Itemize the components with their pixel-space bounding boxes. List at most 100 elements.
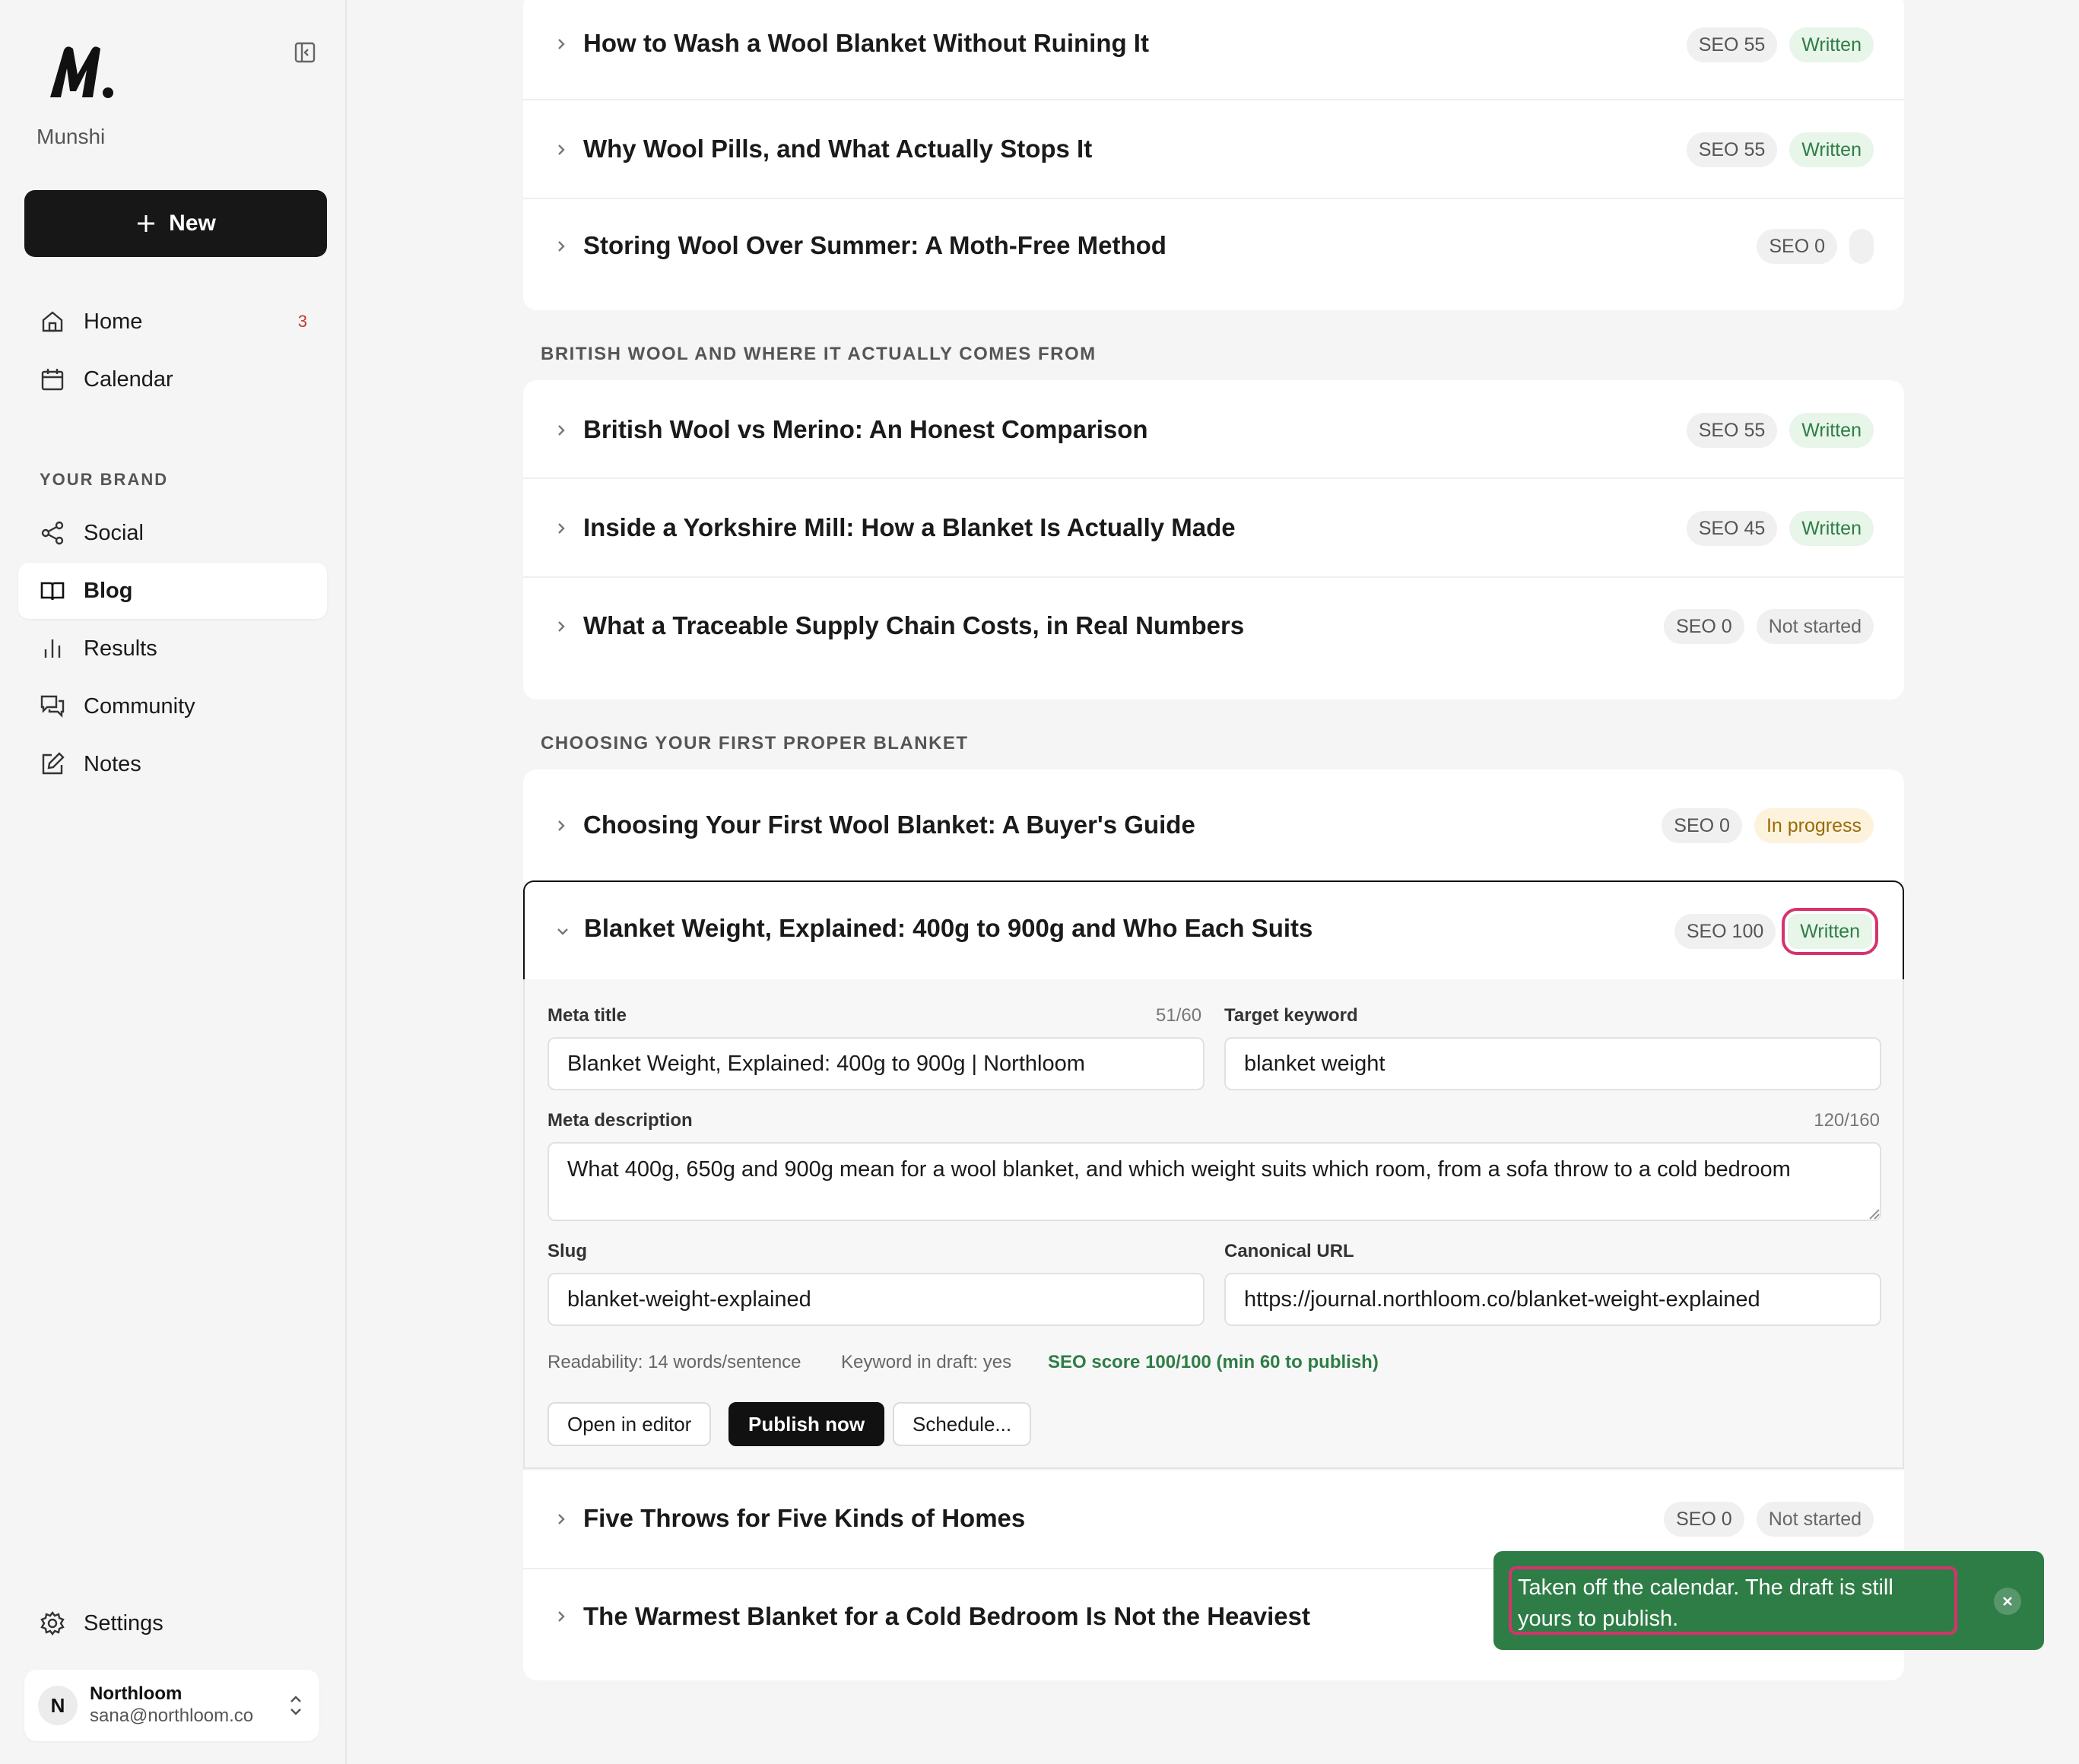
brand-name: Munshi bbox=[37, 125, 106, 148]
collapse-sidebar-button[interactable] bbox=[292, 40, 318, 65]
article-title: What a Traceable Supply Chain Costs, in … bbox=[583, 611, 1245, 639]
article-group-card: British Wool vs Merino: An Honest Compar… bbox=[523, 380, 1904, 700]
resize-handle-icon[interactable] bbox=[1868, 1207, 1880, 1220]
sidebar-item-label: Results bbox=[84, 636, 157, 661]
section-label-your-brand: YOUR BRAND bbox=[40, 470, 169, 489]
sidebar-item-blog[interactable]: Blog bbox=[18, 563, 327, 619]
chevron-right-icon bbox=[558, 820, 565, 831]
status-badge: Written bbox=[1789, 413, 1874, 448]
slug-label: Slug bbox=[548, 1241, 587, 1261]
article-title: British Wool vs Merino: An Honest Compar… bbox=[583, 415, 1148, 443]
status-badge[interactable]: Written bbox=[1782, 908, 1878, 955]
seo-score-badge: SEO 55 bbox=[1686, 132, 1778, 167]
group-heading: BRITISH WOOL AND WHERE IT ACTUALLY COMES… bbox=[541, 344, 1097, 364]
meta-title-input[interactable]: Blanket Weight, Explained: 400g to 900g … bbox=[548, 1037, 1205, 1090]
status-badge: In progress bbox=[1754, 808, 1874, 843]
schedule-button[interactable]: Schedule... bbox=[893, 1402, 1032, 1446]
seo-score-badge: SEO 0 bbox=[1662, 808, 1742, 843]
readability-stat: Readability: 14 words/sentence bbox=[548, 1352, 801, 1372]
seo-score-badge: SEO 55 bbox=[1686, 413, 1778, 448]
share-icon bbox=[41, 521, 64, 545]
home-icon bbox=[42, 311, 63, 332]
sidebar-item-notes[interactable]: Notes bbox=[18, 736, 327, 792]
toast-message: Taken off the calendar. The draft is sti… bbox=[1509, 1566, 1957, 1635]
gear-icon bbox=[40, 1611, 65, 1636]
seo-score-badge: SEO 0 bbox=[1664, 1502, 1744, 1537]
article-row[interactable]: Choosing Your First Wool Blanket: A Buye… bbox=[523, 769, 1904, 882]
article-row[interactable]: How to Wash a Wool Blanket Without Ruini… bbox=[523, 0, 1904, 100]
status-badge: Not started bbox=[1756, 1502, 1874, 1537]
plus-icon bbox=[138, 215, 155, 232]
article-title: Inside a Yorkshire Mill: How a Blanket I… bbox=[583, 513, 1236, 541]
munshi-logo bbox=[50, 46, 113, 98]
edit-note-icon bbox=[42, 752, 65, 775]
toast-close-button[interactable] bbox=[1994, 1588, 2021, 1615]
canonical-url-input[interactable]: https://journal.northloom.co/blanket-wei… bbox=[1224, 1273, 1881, 1326]
chevron-right-icon bbox=[558, 425, 565, 436]
seo-score-stat: SEO score 100/100 (min 60 to publish) bbox=[1048, 1352, 1379, 1372]
chevron-down-icon bbox=[557, 928, 568, 935]
publish-now-button[interactable]: Publish now bbox=[728, 1402, 885, 1446]
article-group-card: Choosing Your First Wool Blanket: A Buye… bbox=[523, 769, 1904, 882]
article-row[interactable]: British Wool vs Merino: An Honest Compar… bbox=[523, 380, 1904, 479]
article-row[interactable]: Storing Wool Over Summer: A Moth-Free Me… bbox=[523, 199, 1904, 309]
article-title: Five Throws for Five Kinds of Homes bbox=[583, 1504, 1026, 1532]
article-title: The Warmest Blanket for a Cold Bedroom I… bbox=[583, 1602, 1310, 1630]
sidebar-item-label: Home bbox=[84, 309, 143, 334]
chevron-right-icon bbox=[558, 523, 565, 534]
sidebar-item-home[interactable]: Home 3 bbox=[18, 293, 327, 350]
account-switcher[interactable]: N Northloom sana@northloom.co bbox=[24, 1670, 319, 1741]
article-title: Why Wool Pills, and What Actually Stops … bbox=[583, 135, 1093, 163]
seo-score-badge: SEO 100 bbox=[1674, 914, 1776, 949]
meta-description-label: Meta description bbox=[548, 1110, 693, 1131]
chevron-right-icon bbox=[558, 1611, 565, 1622]
chat-bubbles-icon bbox=[40, 695, 65, 718]
status-badge: Written bbox=[1789, 511, 1874, 546]
article-row-expanded[interactable]: Blanket Weight, Explained: 400g to 900g … bbox=[523, 880, 1904, 979]
book-icon bbox=[40, 582, 65, 601]
sidebar-item-results[interactable]: Results bbox=[18, 620, 327, 677]
canonical-url-label: Canonical URL bbox=[1224, 1241, 1354, 1261]
calendar-icon bbox=[41, 369, 64, 391]
chevron-right-icon bbox=[558, 144, 565, 155]
sidebar-toggle-icon bbox=[294, 42, 316, 63]
home-count-badge: 3 bbox=[297, 312, 307, 331]
slug-input[interactable]: blanket-weight-explained bbox=[548, 1273, 1205, 1326]
article-title: Blanket Weight, Explained: 400g to 900g … bbox=[584, 914, 1313, 942]
article-row[interactable]: Why Wool Pills, and What Actually Stops … bbox=[523, 100, 1904, 199]
sidebar-item-label: Blog bbox=[84, 578, 133, 603]
article-title: How to Wash a Wool Blanket Without Ruini… bbox=[583, 29, 1149, 57]
article-row[interactable]: Inside a Yorkshire Mill: How a Blanket I… bbox=[523, 479, 1904, 578]
seo-details-panel: Meta title 51/60 Blanket Weight, Explain… bbox=[523, 979, 1904, 1469]
sidebar-item-community[interactable]: Community bbox=[18, 678, 327, 734]
toast-notification: Taken off the calendar. The draft is sti… bbox=[1493, 1551, 2044, 1650]
sidebar: Munshi New Home 3 Calendar YOUR BRAND So… bbox=[0, 0, 347, 1764]
meta-description-textarea[interactable]: What 400g, 650g and 900g mean for a wool… bbox=[548, 1142, 1881, 1221]
article-row[interactable]: What a Traceable Supply Chain Costs, in … bbox=[523, 578, 1904, 696]
new-button[interactable]: New bbox=[24, 190, 327, 257]
chevron-right-icon bbox=[558, 621, 565, 632]
status-badge: Written bbox=[1789, 27, 1874, 62]
sidebar-item-social[interactable]: Social bbox=[18, 505, 327, 561]
article-group-card: How to Wash a Wool Blanket Without Ruini… bbox=[523, 0, 1904, 310]
seo-score-badge: SEO 0 bbox=[1757, 229, 1837, 264]
target-keyword-label: Target keyword bbox=[1224, 1005, 1358, 1026]
meta-description-counter: 120/160 bbox=[1814, 1110, 1880, 1131]
seo-score-badge: SEO 0 bbox=[1664, 609, 1744, 644]
target-keyword-input[interactable]: blanket weight bbox=[1224, 1037, 1881, 1090]
seo-score-badge: SEO 55 bbox=[1686, 27, 1778, 62]
seo-score-badge: SEO 45 bbox=[1686, 511, 1778, 546]
open-in-editor-button[interactable]: Open in editor bbox=[548, 1402, 712, 1446]
chevron-right-icon bbox=[558, 241, 565, 252]
sidebar-item-calendar[interactable]: Calendar bbox=[18, 351, 327, 408]
article-title: Storing Wool Over Summer: A Moth-Free Me… bbox=[583, 231, 1166, 259]
keyword-in-draft-stat: Keyword in draft: yes bbox=[841, 1352, 1012, 1372]
sidebar-item-settings[interactable]: Settings bbox=[18, 1595, 327, 1651]
bar-chart-icon bbox=[44, 639, 61, 658]
status-badge: Not started bbox=[1756, 609, 1874, 644]
sidebar-item-label: Community bbox=[84, 693, 195, 719]
status-badge: Written bbox=[1789, 132, 1874, 167]
new-button-label: New bbox=[169, 211, 216, 236]
sidebar-item-label: Social bbox=[84, 520, 144, 545]
sidebar-item-label: Settings bbox=[84, 1610, 163, 1636]
